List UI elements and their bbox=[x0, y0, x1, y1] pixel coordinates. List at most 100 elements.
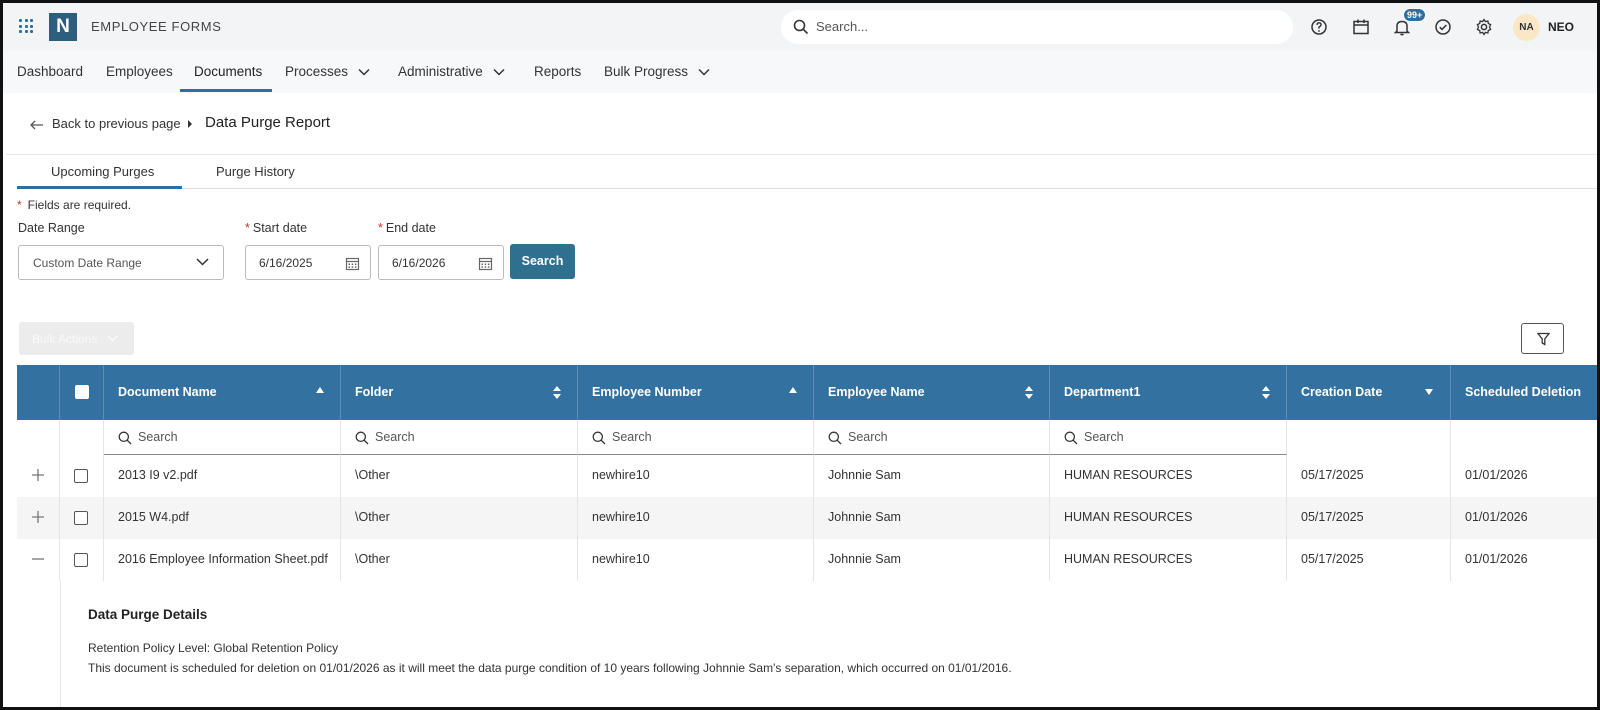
cell-scheduled-deletion: 01/01/2026 bbox=[1451, 497, 1597, 539]
column-creation-date-label: Creation Date bbox=[1301, 385, 1383, 399]
folder-text: \Other bbox=[355, 510, 390, 524]
user-name[interactable]: NEO bbox=[1548, 20, 1574, 34]
divider bbox=[6, 154, 1597, 155]
nav-dashboard[interactable]: Dashboard bbox=[17, 64, 83, 79]
sort-both-icon[interactable] bbox=[1025, 386, 1033, 399]
required-star: * bbox=[17, 198, 22, 212]
start-date-value: 6/16/2025 bbox=[259, 256, 313, 270]
nav-processes-label: Processes bbox=[285, 64, 349, 79]
employee-number-text: newhire10 bbox=[592, 468, 650, 482]
nav-bulk-progress[interactable]: Bulk Progress bbox=[604, 64, 710, 79]
sort-asc-icon[interactable] bbox=[789, 387, 797, 393]
expand-cell[interactable] bbox=[17, 497, 60, 539]
cell-creation-date: 05/17/2025 bbox=[1287, 455, 1451, 497]
filter-button[interactable] bbox=[1521, 323, 1564, 354]
document-name-text: 2016 Employee Information Sheet.pdf bbox=[118, 552, 328, 566]
end-date-value: 6/16/2026 bbox=[392, 256, 446, 270]
row-checkbox[interactable] bbox=[74, 511, 88, 525]
app-launcher-icon[interactable] bbox=[19, 19, 33, 33]
cell-folder: \Other bbox=[341, 539, 578, 581]
top-bar: N EMPLOYEE FORMS Search... 99+ NA NEO bbox=[3, 3, 1597, 51]
table-row[interactable]: 2016 Employee Information Sheet.pdf \Oth… bbox=[17, 539, 1597, 581]
column-employee-number[interactable]: Employee Number bbox=[578, 365, 814, 420]
tab-upcoming-purges[interactable]: Upcoming Purges bbox=[51, 164, 154, 179]
column-folder[interactable]: Folder bbox=[341, 365, 578, 420]
cell-folder: \Other bbox=[341, 497, 578, 539]
tasks-check-icon[interactable] bbox=[1433, 17, 1453, 37]
details-message: This document is scheduled for deletion … bbox=[88, 661, 1012, 675]
employee-number-text: newhire10 bbox=[592, 510, 650, 524]
cell-document-name: 2016 Employee Information Sheet.pdf bbox=[104, 539, 341, 581]
end-date-field[interactable]: 6/16/2026 bbox=[378, 245, 504, 280]
chevron-down-icon bbox=[698, 69, 710, 76]
sort-both-icon[interactable] bbox=[553, 386, 561, 399]
filter-placeholder: Search bbox=[848, 430, 888, 444]
filter-employee-number[interactable]: Search bbox=[578, 420, 814, 455]
app-window: N EMPLOYEE FORMS Search... 99+ NA NEO Da… bbox=[0, 0, 1600, 710]
select-cell bbox=[60, 455, 104, 497]
column-employee-name[interactable]: Employee Name bbox=[814, 365, 1050, 420]
department-text: HUMAN RESOURCES bbox=[1064, 510, 1193, 524]
page-title: Data Purge Report bbox=[205, 114, 331, 131]
tab-active-indicator bbox=[17, 186, 182, 189]
column-department[interactable]: Department1 bbox=[1050, 365, 1287, 420]
user-avatar[interactable]: NA bbox=[1513, 14, 1540, 41]
scheduled-deletion-text: 01/01/2026 bbox=[1465, 468, 1528, 482]
filter-document-name[interactable]: Search bbox=[104, 420, 341, 455]
table-row[interactable]: 2015 W4.pdf \Other newhire10 Johnnie Sam… bbox=[17, 497, 1597, 539]
sort-both-icon[interactable] bbox=[1262, 386, 1270, 399]
employee-name-text: Johnnie Sam bbox=[828, 510, 901, 524]
app-logo[interactable]: N bbox=[49, 13, 77, 41]
nav-documents[interactable]: Documents bbox=[194, 64, 262, 79]
filter-department[interactable]: Search bbox=[1050, 420, 1287, 455]
notifications-badge: 99+ bbox=[1403, 8, 1427, 22]
column-document-name[interactable]: Document Name bbox=[104, 365, 341, 420]
search-icon bbox=[118, 431, 132, 445]
bulk-actions-button[interactable]: Bulk Actions bbox=[19, 322, 134, 355]
chevron-down-icon bbox=[493, 69, 505, 76]
calendar-icon[interactable] bbox=[1351, 17, 1371, 37]
help-icon[interactable] bbox=[1309, 17, 1329, 37]
plus-expand-icon[interactable] bbox=[31, 468, 45, 482]
back-link[interactable]: Back to previous page bbox=[30, 116, 181, 131]
select-all-checkbox[interactable] bbox=[75, 385, 89, 399]
scheduled-deletion-text: 01/01/2026 bbox=[1465, 510, 1528, 524]
filter-folder[interactable]: Search bbox=[341, 420, 578, 455]
row-checkbox[interactable] bbox=[74, 553, 88, 567]
folder-text: \Other bbox=[355, 468, 390, 482]
start-date-field[interactable]: 6/16/2025 bbox=[245, 245, 371, 280]
global-search-placeholder: Search... bbox=[816, 19, 869, 34]
expand-cell[interactable] bbox=[17, 455, 60, 497]
date-range-label: Date Range bbox=[18, 221, 85, 235]
calendar-icon[interactable] bbox=[478, 256, 493, 271]
table-filter-row: Search Search Search Search Search bbox=[17, 420, 1597, 455]
column-scheduled-deletion[interactable]: Scheduled Deletion bbox=[1451, 365, 1597, 420]
required-note-text: Fields are required. bbox=[27, 198, 132, 212]
search-button[interactable]: Search bbox=[510, 244, 575, 279]
start-date-label: * Start date bbox=[245, 221, 307, 235]
search-icon bbox=[793, 19, 809, 35]
date-range-select[interactable]: Custom Date Range bbox=[18, 245, 224, 280]
calendar-icon[interactable] bbox=[345, 256, 360, 271]
nav-active-indicator bbox=[180, 89, 272, 92]
sort-asc-icon[interactable] bbox=[316, 387, 324, 393]
table-row[interactable]: 2013 I9 v2.pdf \Other newhire10 Johnnie … bbox=[17, 455, 1597, 497]
settings-gear-icon[interactable] bbox=[1474, 17, 1494, 37]
column-creation-date[interactable]: Creation Date bbox=[1287, 365, 1451, 420]
document-name-text: 2015 W4.pdf bbox=[118, 510, 189, 524]
row-checkbox[interactable] bbox=[74, 469, 88, 483]
nav-reports[interactable]: Reports bbox=[534, 64, 581, 79]
nav-administrative[interactable]: Administrative bbox=[398, 64, 505, 79]
cell-document-name: 2013 I9 v2.pdf bbox=[104, 455, 341, 497]
tab-purge-history[interactable]: Purge History bbox=[216, 164, 295, 179]
nav-processes[interactable]: Processes bbox=[285, 64, 370, 79]
plus-expand-icon[interactable] bbox=[31, 510, 45, 524]
global-search-input[interactable]: Search... bbox=[781, 10, 1293, 44]
filter-employee-name[interactable]: Search bbox=[814, 420, 1050, 455]
nav-employees[interactable]: Employees bbox=[106, 64, 173, 79]
bulk-actions-label: Bulk Actions bbox=[32, 332, 98, 346]
sort-desc-icon[interactable] bbox=[1425, 389, 1433, 395]
expand-cell[interactable] bbox=[17, 539, 60, 581]
department-text: HUMAN RESOURCES bbox=[1064, 468, 1193, 482]
minus-collapse-icon[interactable] bbox=[31, 552, 45, 566]
